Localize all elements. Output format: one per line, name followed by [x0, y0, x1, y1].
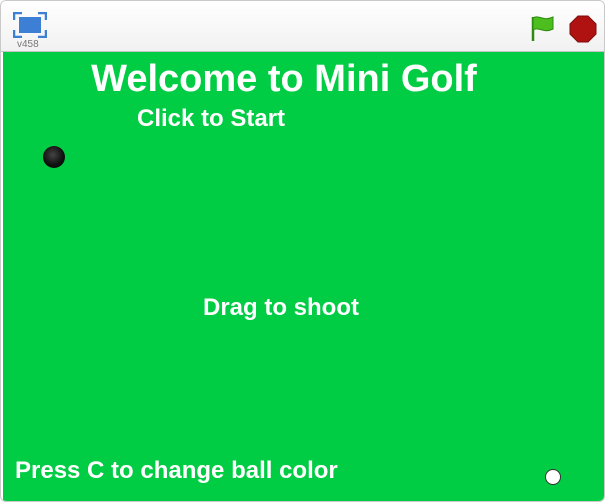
golf-ball[interactable] — [545, 469, 561, 485]
fullscreen-button[interactable] — [12, 11, 48, 39]
version-label: v458 — [17, 39, 39, 50]
stop-button[interactable] — [569, 15, 597, 43]
game-stage[interactable]: Welcome to Mini Golf Click to Start Drag… — [3, 52, 604, 501]
color-instruction-text: Press C to change ball color — [15, 457, 338, 484]
drag-instruction-text: Drag to shoot — [203, 294, 359, 321]
fullscreen-icon — [12, 11, 48, 39]
stop-sign-icon — [569, 15, 597, 43]
project-player: v458 Welcome to Mini Golf Click to Start… — [0, 0, 605, 502]
green-flag-button[interactable] — [529, 14, 557, 42]
player-toolbar: v458 — [1, 1, 604, 52]
game-title: Welcome to Mini Golf — [91, 58, 477, 100]
green-flag-icon — [531, 16, 554, 41]
golf-hole — [43, 146, 65, 168]
click-to-start-text[interactable]: Click to Start — [137, 105, 285, 133]
